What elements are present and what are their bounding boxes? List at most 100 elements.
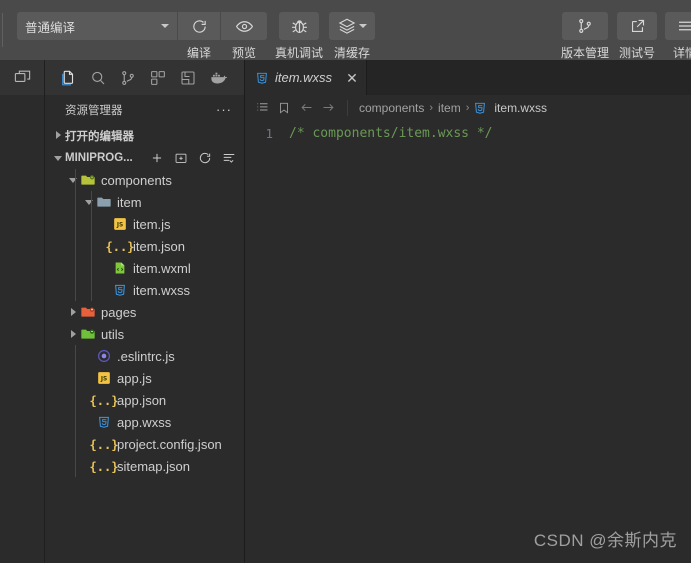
- folder-pages-icon: [79, 304, 97, 320]
- tree-indent-guide: [75, 345, 76, 477]
- toolbar-right-group: 版本管理 测试号 详情: [553, 0, 691, 61]
- tree-item-label: item.wxss: [133, 282, 191, 298]
- left-rail-top: [0, 60, 44, 95]
- folder-components-icon: [79, 172, 97, 188]
- top-toolbar: 普通编译 编译 预览 真机调试 清缓存 版本管理 测试号 详情: [0, 0, 691, 60]
- real-device-debug-cell: 真机调试: [275, 0, 323, 61]
- bookmark-icon[interactable]: [273, 97, 295, 119]
- breadcrumb-divider: [347, 99, 348, 116]
- chevron-right-icon: [70, 330, 76, 338]
- refresh-icon-explorer[interactable]: [198, 151, 212, 165]
- folder-utils-icon: [79, 326, 97, 342]
- tree-twisty: [83, 199, 95, 205]
- json-icon: {..}: [89, 437, 119, 452]
- section-project[interactable]: MINIPROG...: [45, 147, 244, 169]
- version-control-button[interactable]: [561, 12, 608, 40]
- folder-icon: [95, 194, 113, 210]
- tree-twisty: [67, 308, 79, 316]
- clear-cache-label: 清缓存: [334, 46, 371, 60]
- app-window: 普通编译 编译 预览 真机调试 清缓存 版本管理 测试号 详情 资源管理器 ··…: [0, 0, 691, 563]
- eslint-icon: [95, 349, 113, 363]
- folder-icon: [96, 194, 112, 210]
- code-text-1: /* components/item.wxss */: [289, 126, 493, 141]
- wxss-icon: [95, 415, 113, 429]
- tree-item-pages[interactable]: pages: [45, 301, 244, 323]
- js-icon: JS: [95, 371, 113, 385]
- sidebar-explorer: 资源管理器 ··· 打开的编辑器 MINIPROG... components …: [45, 60, 245, 563]
- js-icon: JS: [111, 217, 129, 231]
- activity-bar: [45, 60, 244, 95]
- wxss-icon: [111, 283, 129, 297]
- tree-indent-guide: [75, 169, 76, 301]
- json-icon: {..}: [90, 437, 119, 452]
- bug-icon: [290, 17, 309, 36]
- toolbar-left-group: 普通编译 编译 预览 真机调试 清缓存: [9, 0, 376, 61]
- activitybar-item-explorer[interactable]: [53, 63, 83, 93]
- details-label: 详情: [672, 46, 691, 60]
- json-icon: {..}: [106, 239, 135, 254]
- tree-item-label: project.config.json: [117, 436, 222, 452]
- details-button[interactable]: [665, 12, 691, 40]
- explorer-more-actions[interactable]: ···: [216, 103, 232, 116]
- new-file-icon[interactable]: [150, 151, 164, 165]
- code-editor[interactable]: 1 /* components/item.wxss */: [245, 120, 691, 563]
- js-icon: JS: [113, 217, 127, 231]
- arrow-left-icon[interactable]: [295, 97, 317, 119]
- file-tree: components item JS item.js {..} item.json item…: [45, 169, 244, 477]
- tab-label: item.wxss: [275, 70, 333, 85]
- collapse-all-icon[interactable]: [222, 151, 236, 165]
- compile-mode-cell: 普通编译: [17, 0, 177, 40]
- breadcrumb-item-components[interactable]: components: [356, 101, 427, 115]
- activitybar-item-extensions[interactable]: [143, 63, 173, 93]
- breadcrumb-file[interactable]: item.wxss: [489, 101, 547, 115]
- line-number-1: 1: [265, 126, 273, 141]
- external-link-icon: [629, 18, 646, 35]
- activitybar-item-search[interactable]: [83, 63, 113, 93]
- svg-text:JS: JS: [100, 377, 107, 383]
- layers-icon: [338, 17, 367, 35]
- left-rail: [0, 60, 44, 563]
- tree-item-label: sitemap.json: [117, 458, 190, 474]
- chevron-down-icon-project: [51, 154, 65, 163]
- new-folder-icon[interactable]: [174, 151, 188, 165]
- wxss-icon-breadcrumb: [471, 97, 489, 119]
- wxss-icon-tab: [255, 71, 269, 85]
- list-icon[interactable]: [251, 97, 273, 119]
- section-open-editors-label: 打开的编辑器: [65, 131, 134, 143]
- chevron-right-icon-bc2: ›: [465, 101, 470, 114]
- arrow-right-icon[interactable]: [317, 97, 339, 119]
- real-device-debug-button[interactable]: [279, 12, 319, 40]
- refresh-icon: [191, 18, 208, 35]
- clear-cache-cell: 清缓存: [329, 0, 376, 61]
- activitybar-item-source-control[interactable]: [113, 63, 143, 93]
- test-account-label: 测试号: [618, 46, 655, 60]
- preview-button[interactable]: [221, 12, 267, 40]
- activitybar-item-docker[interactable]: [203, 63, 233, 93]
- close-icon[interactable]: ✕: [346, 71, 358, 85]
- clear-cache-button[interactable]: [329, 12, 376, 40]
- activitybar-item-cloud-save[interactable]: [173, 63, 203, 93]
- wxss-icon: [97, 415, 111, 429]
- version-control-cell: 版本管理: [561, 0, 609, 61]
- window-panel-icon[interactable]: [13, 68, 32, 87]
- tree-item-label: .eslintrc.js: [117, 348, 175, 364]
- folder-utils-icon: [80, 326, 96, 342]
- section-project-actions: [150, 151, 244, 165]
- folder-pages-icon: [80, 304, 96, 320]
- tab-bar: item.wxss ✕: [245, 60, 691, 95]
- tree-item-utils[interactable]: utils: [45, 323, 244, 345]
- compile-button[interactable]: [178, 12, 220, 40]
- chevron-right-icon-bc1: ›: [429, 101, 434, 114]
- compile-mode-value: 普通编译: [25, 20, 76, 35]
- git-branch-icon: [576, 17, 594, 35]
- tree-item-label: utils: [101, 326, 125, 342]
- json-icon: {..}: [90, 459, 119, 474]
- svg-text:JS: JS: [116, 223, 123, 229]
- wxml-icon: [111, 261, 129, 275]
- breadcrumb-item-item[interactable]: item: [435, 101, 464, 115]
- test-account-button[interactable]: [617, 12, 657, 40]
- tree-item-label: app.js: [117, 370, 152, 386]
- compile-mode-select[interactable]: 普通编译: [17, 12, 177, 40]
- section-open-editors[interactable]: 打开的编辑器: [45, 125, 244, 147]
- tab-item-wxss[interactable]: item.wxss ✕: [245, 60, 367, 95]
